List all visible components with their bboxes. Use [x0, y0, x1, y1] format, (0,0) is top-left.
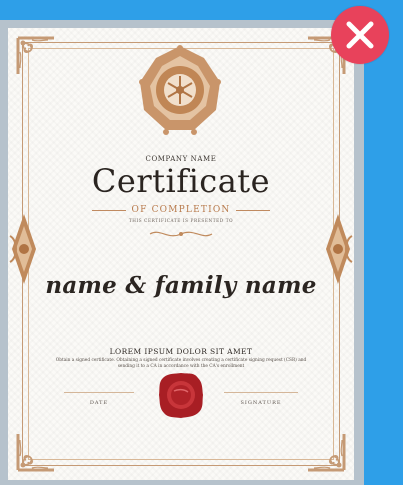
- wax-seal-icon: [159, 373, 203, 418]
- close-button[interactable]: [331, 6, 389, 64]
- signature-line: [224, 392, 298, 393]
- presented-line: THIS CERTIFICATE IS PRESENTED TO: [128, 218, 234, 223]
- corner-ornament-bottom-right: [308, 434, 346, 472]
- subtitle-rule-left: [91, 209, 126, 211]
- certificate-subtitle: OF COMPLETION: [131, 205, 231, 215]
- recipient-name: name & family name: [45, 272, 317, 299]
- certificate-paper: COMPANY NAME Certificate OF COMPLETION T…: [8, 28, 354, 480]
- certificate-title: Certificate: [91, 162, 271, 200]
- certificate-frame: COMPANY NAME Certificate OF COMPLETION T…: [0, 20, 364, 485]
- date-line: [64, 392, 134, 393]
- corner-ornament-top-left: [16, 36, 54, 74]
- body-heading: LOREM IPSUM DOLOR SIT AMET: [109, 347, 253, 356]
- flourish-divider-icon: [149, 231, 213, 237]
- mandala-emblem-icon: [139, 45, 221, 135]
- signature-label: SIGNATURE: [240, 400, 282, 406]
- subtitle-rule-right: [236, 209, 271, 211]
- body-text: Obtain a signed certificate. Obtaining a…: [55, 358, 307, 369]
- subtitle-row: OF COMPLETION: [8, 204, 354, 216]
- date-label: DATE: [89, 400, 109, 406]
- close-icon: [346, 21, 374, 49]
- corner-ornament-bottom-left: [16, 434, 54, 472]
